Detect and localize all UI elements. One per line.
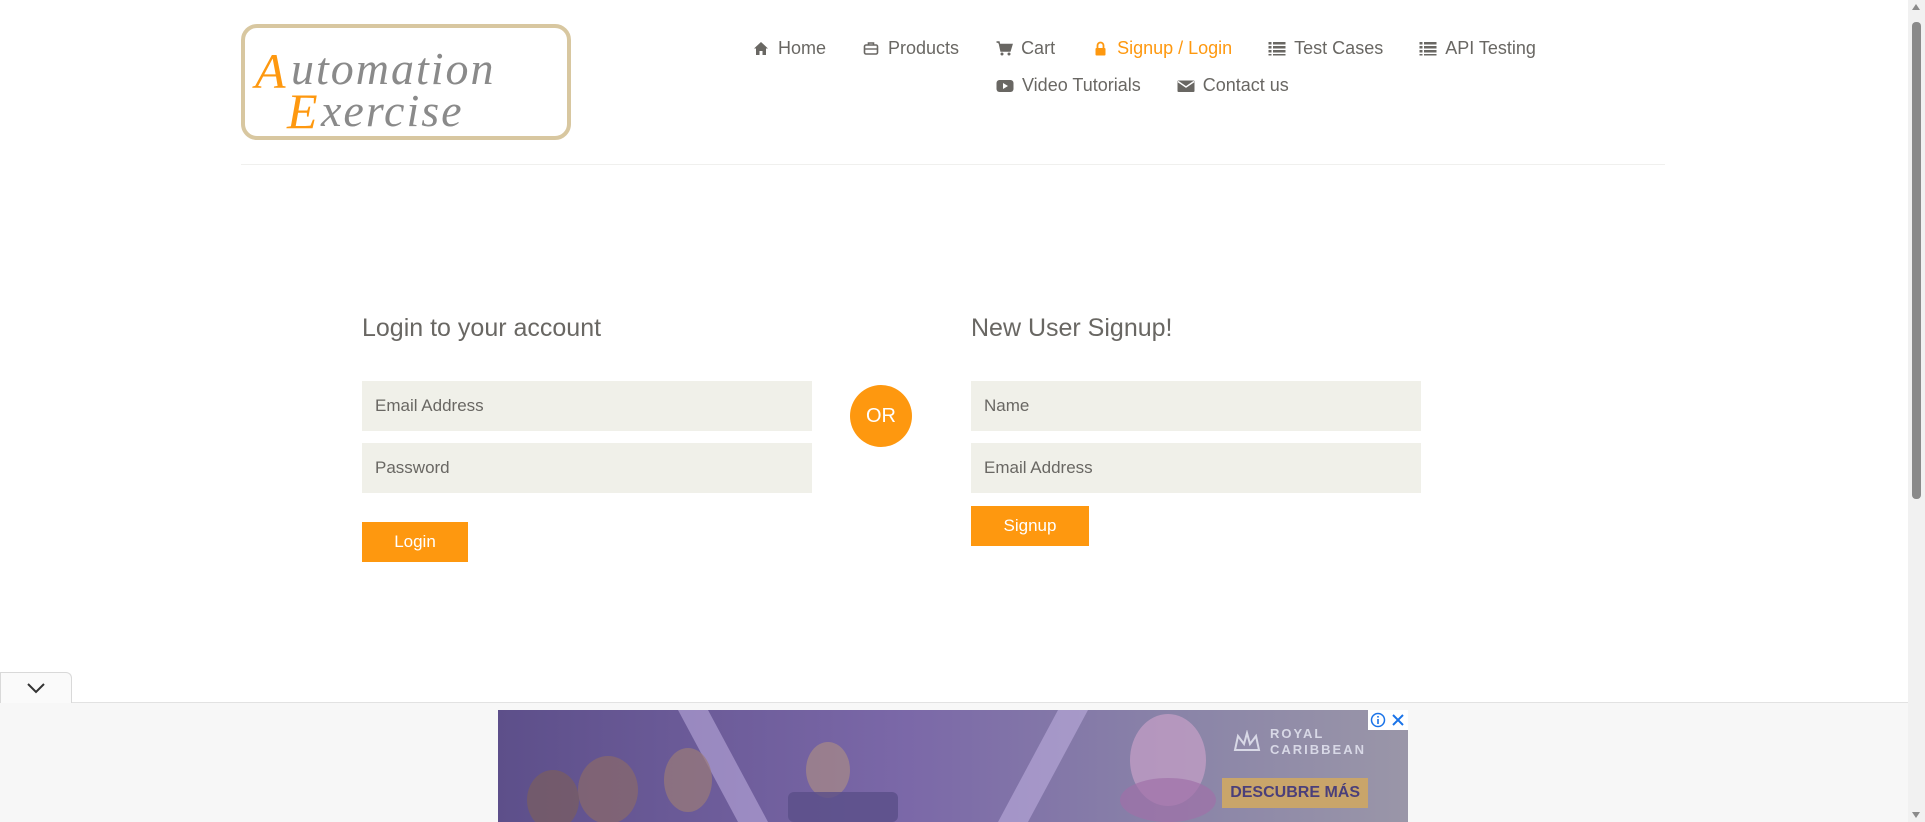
page: A utomation E xercise Home Products Cart — [0, 0, 1925, 822]
page-scrollbar[interactable] — [1908, 0, 1925, 822]
nav-cart-label: Cart — [1021, 38, 1056, 58]
scroll-down-arrow-icon[interactable] — [1912, 812, 1920, 818]
login-button[interactable]: Login — [362, 522, 468, 562]
ad-collapse-toggle[interactable] — [0, 672, 72, 703]
or-divider-badge: OR — [850, 385, 912, 447]
envelope-icon — [1177, 77, 1195, 95]
main-nav: Home Products Cart Signup / Login Test C… — [752, 38, 1536, 59]
close-icon[interactable] — [1388, 710, 1408, 730]
youtube-play-icon — [996, 77, 1014, 95]
nav-video-tutorials-label: Video Tutorials — [1022, 75, 1141, 95]
login-email-input[interactable] — [362, 381, 812, 431]
ad-brand-line1: ROYAL — [1270, 726, 1325, 741]
login-password-input[interactable] — [362, 443, 812, 493]
nav-signup-login-label: Signup / Login — [1117, 38, 1233, 58]
nav-products-label: Products — [888, 38, 960, 58]
signup-button[interactable]: Signup — [971, 506, 1089, 546]
nav-contact-us[interactable]: Contact us — [1177, 75, 1289, 96]
info-icon[interactable] — [1368, 710, 1388, 730]
svg-text:xercise: xercise — [320, 85, 464, 136]
chevron-down-icon — [27, 683, 45, 694]
signup-title: New User Signup! — [971, 314, 1173, 342]
nav-api-testing[interactable]: API Testing — [1419, 38, 1536, 59]
signup-name-input[interactable] — [971, 381, 1421, 431]
ad-cta-button[interactable]: DESCUBRE MÁS — [1222, 778, 1368, 808]
ad-banner[interactable]: ROYAL CARIBBEAN DESCUBRE MÁS — [498, 710, 1408, 822]
nav-test-cases[interactable]: Test Cases — [1268, 38, 1383, 59]
svg-text:E: E — [286, 83, 318, 139]
scroll-up-arrow-icon[interactable] — [1912, 4, 1920, 10]
lock-icon — [1091, 40, 1109, 58]
main-nav-row-2: Video Tutorials Contact us — [996, 75, 1289, 96]
signup-email-input[interactable] — [971, 443, 1421, 493]
cart-icon — [995, 40, 1013, 58]
ad-controls — [1368, 710, 1408, 730]
svg-text:A: A — [252, 43, 286, 99]
nav-contact-us-label: Contact us — [1202, 75, 1289, 95]
ad-brand-line2: CARIBBEAN — [1270, 742, 1366, 757]
login-title: Login to your account — [362, 314, 602, 342]
nav-test-cases-label: Test Cases — [1294, 38, 1384, 58]
header-divider — [241, 164, 1665, 165]
scrollbar-thumb[interactable] — [1912, 22, 1921, 499]
list-icon — [1268, 40, 1286, 58]
site-logo[interactable]: A utomation E xercise — [241, 24, 571, 140]
nav-home-label: Home — [778, 38, 827, 58]
nav-video-tutorials[interactable]: Video Tutorials — [996, 75, 1141, 96]
briefcase-icon — [862, 40, 880, 58]
crown-logo-icon — [1233, 730, 1261, 751]
home-icon — [752, 40, 770, 58]
nav-signup-login[interactable]: Signup / Login — [1091, 38, 1232, 59]
nav-api-testing-label: API Testing — [1445, 38, 1536, 58]
nav-home[interactable]: Home — [752, 38, 826, 59]
nav-cart[interactable]: Cart — [995, 38, 1055, 59]
list-icon — [1419, 40, 1437, 58]
ad-brand: ROYAL CARIBBEAN — [1233, 726, 1366, 758]
nav-products[interactable]: Products — [862, 38, 959, 59]
